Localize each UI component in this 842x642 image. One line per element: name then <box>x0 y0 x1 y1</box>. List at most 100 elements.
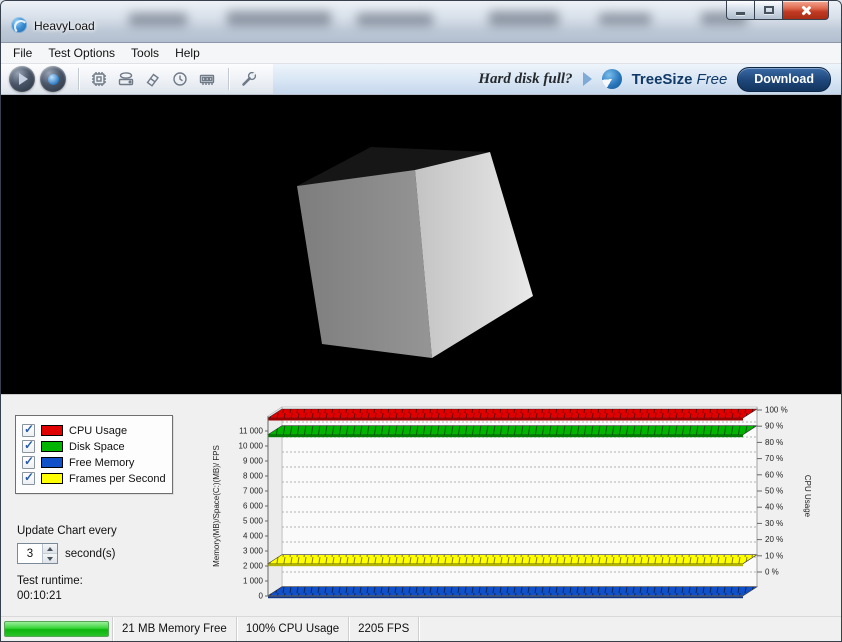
toolbar-separator <box>78 68 79 90</box>
toolbar-separator <box>228 68 229 90</box>
svg-text:10 %: 10 % <box>765 551 783 560</box>
settings-button[interactable] <box>236 67 261 92</box>
svg-text:0 %: 0 % <box>765 568 779 577</box>
svg-text:0: 0 <box>259 592 264 601</box>
legend-row-memory: Free Memory <box>22 456 166 469</box>
ram-icon <box>198 70 216 88</box>
heavyload-app-icon <box>11 17 27 33</box>
ad-question-link[interactable]: Hard disk full? <box>478 71 572 88</box>
glass-reflection <box>227 11 331 26</box>
titlebar[interactable]: HeavyLoad <box>1 1 841 43</box>
cpu-icon <box>90 70 108 88</box>
treesize-brand-name[interactable]: TreeSizeFree <box>632 71 728 88</box>
interval-unit-label: second(s) <box>65 548 116 560</box>
minimize-button[interactable] <box>726 1 755 20</box>
legend-label: CPU Usage <box>69 425 127 437</box>
svg-text:3 000: 3 000 <box>243 547 264 556</box>
glass-reflection <box>599 13 651 25</box>
legend-row-disk: Disk Space <box>22 440 166 453</box>
treesize-logo-icon <box>602 69 622 89</box>
svg-text:60 %: 60 % <box>765 470 783 479</box>
toolbar: Hard disk full? TreeSizeFree Download <box>1 64 841 95</box>
download-button[interactable]: Download <box>737 67 831 92</box>
status-cpu-usage: 100% CPU Usage <box>237 617 349 641</box>
test-runtime-label: Test runtime: <box>17 575 83 587</box>
disk-icon <box>117 70 135 88</box>
chart-legend: CPU Usage Disk Space Free Memory Frames … <box>15 415 173 494</box>
close-button[interactable] <box>782 1 829 20</box>
window-controls <box>727 1 829 20</box>
svg-text:5 000: 5 000 <box>243 517 264 526</box>
svg-text:80 %: 80 % <box>765 438 783 447</box>
chevron-up-icon <box>47 547 53 551</box>
svg-text:10 000: 10 000 <box>239 442 264 451</box>
statusbar: 21 MB Memory Free 100% CPU Usage 2205 FP… <box>1 616 841 641</box>
disk-space-checkbox[interactable] <box>22 440 35 453</box>
memory-test-button[interactable] <box>140 67 165 92</box>
glass-reflection <box>357 13 433 26</box>
chevron-right-icon <box>583 72 592 86</box>
svg-text:30 %: 30 % <box>765 519 783 528</box>
spinner-up-button[interactable] <box>43 544 57 553</box>
svg-text:6 000: 6 000 <box>243 502 264 511</box>
glass-reflection <box>129 13 187 26</box>
legend-label: Disk Space <box>69 441 125 453</box>
svg-text:11 000: 11 000 <box>239 427 263 436</box>
free-memory-swatch <box>41 457 63 468</box>
wrench-icon <box>240 70 258 88</box>
legend-label: Frames per Second <box>69 473 166 485</box>
svg-text:100 %: 100 % <box>765 406 788 415</box>
window-title: HeavyLoad <box>34 19 95 33</box>
svg-text:90 %: 90 % <box>765 422 783 431</box>
svg-text:9 000: 9 000 <box>243 457 264 466</box>
treesize-brand: TreeSize <box>632 71 693 88</box>
svg-text:40 %: 40 % <box>765 503 783 512</box>
interval-spinner[interactable]: 3 <box>17 543 58 564</box>
maximize-button[interactable] <box>754 1 783 20</box>
cpu-usage-checkbox[interactable] <box>22 424 35 437</box>
treesize-ad-banner[interactable]: Hard disk full? TreeSizeFree Download <box>273 64 841 94</box>
allocate-memory-button[interactable] <box>194 67 219 92</box>
memory-progress-fill <box>4 621 109 637</box>
update-chart-label: Update Chart every <box>17 525 117 537</box>
svg-text:CPU Usage: CPU Usage <box>803 475 812 518</box>
treesize-brand-suffix: Free <box>696 71 727 88</box>
disk-space-swatch <box>41 441 63 452</box>
heavyload-window: HeavyLoad File Test Options Tools Help <box>0 0 842 642</box>
close-icon <box>800 5 811 16</box>
menu-tools[interactable]: Tools <box>123 44 167 62</box>
svg-text:50 %: 50 % <box>765 487 783 496</box>
menubar: File Test Options Tools Help <box>1 43 841 64</box>
stop-icon <box>48 74 59 85</box>
chevron-down-icon <box>47 557 53 561</box>
legend-row-fps: Frames per Second <box>22 472 166 485</box>
monitor-panel: CPU Usage Disk Space Free Memory Frames … <box>1 394 841 616</box>
status-fps: 2205 FPS <box>349 617 419 641</box>
stop-test-button[interactable] <box>40 66 66 92</box>
menu-file[interactable]: File <box>5 44 40 62</box>
spinner-down-button[interactable] <box>43 553 57 563</box>
svg-text:4 000: 4 000 <box>243 532 264 541</box>
test-runtime-value: 00:10:21 <box>17 590 62 602</box>
spinner-buttons <box>42 544 57 563</box>
play-icon <box>19 73 28 85</box>
interval-value[interactable]: 3 <box>18 544 42 563</box>
svg-text:2 000: 2 000 <box>243 562 264 571</box>
memory-progress-bar <box>1 617 113 641</box>
cube-3d <box>1 95 841 394</box>
clock-icon <box>171 70 189 88</box>
gpu-render-area <box>1 95 841 394</box>
test-duration-button[interactable] <box>167 67 192 92</box>
menu-test-options[interactable]: Test Options <box>40 44 123 62</box>
maximize-icon <box>764 6 774 14</box>
svg-text:7 000: 7 000 <box>243 487 264 496</box>
fps-checkbox[interactable] <box>22 472 35 485</box>
cpu-stress-button[interactable] <box>86 67 111 92</box>
free-memory-checkbox[interactable] <box>22 456 35 469</box>
start-test-button[interactable] <box>9 66 35 92</box>
menu-help[interactable]: Help <box>167 44 208 62</box>
cpu-usage-swatch <box>41 425 63 436</box>
minimize-icon <box>736 12 745 15</box>
svg-text:8 000: 8 000 <box>243 472 264 481</box>
disk-write-button[interactable] <box>113 67 138 92</box>
